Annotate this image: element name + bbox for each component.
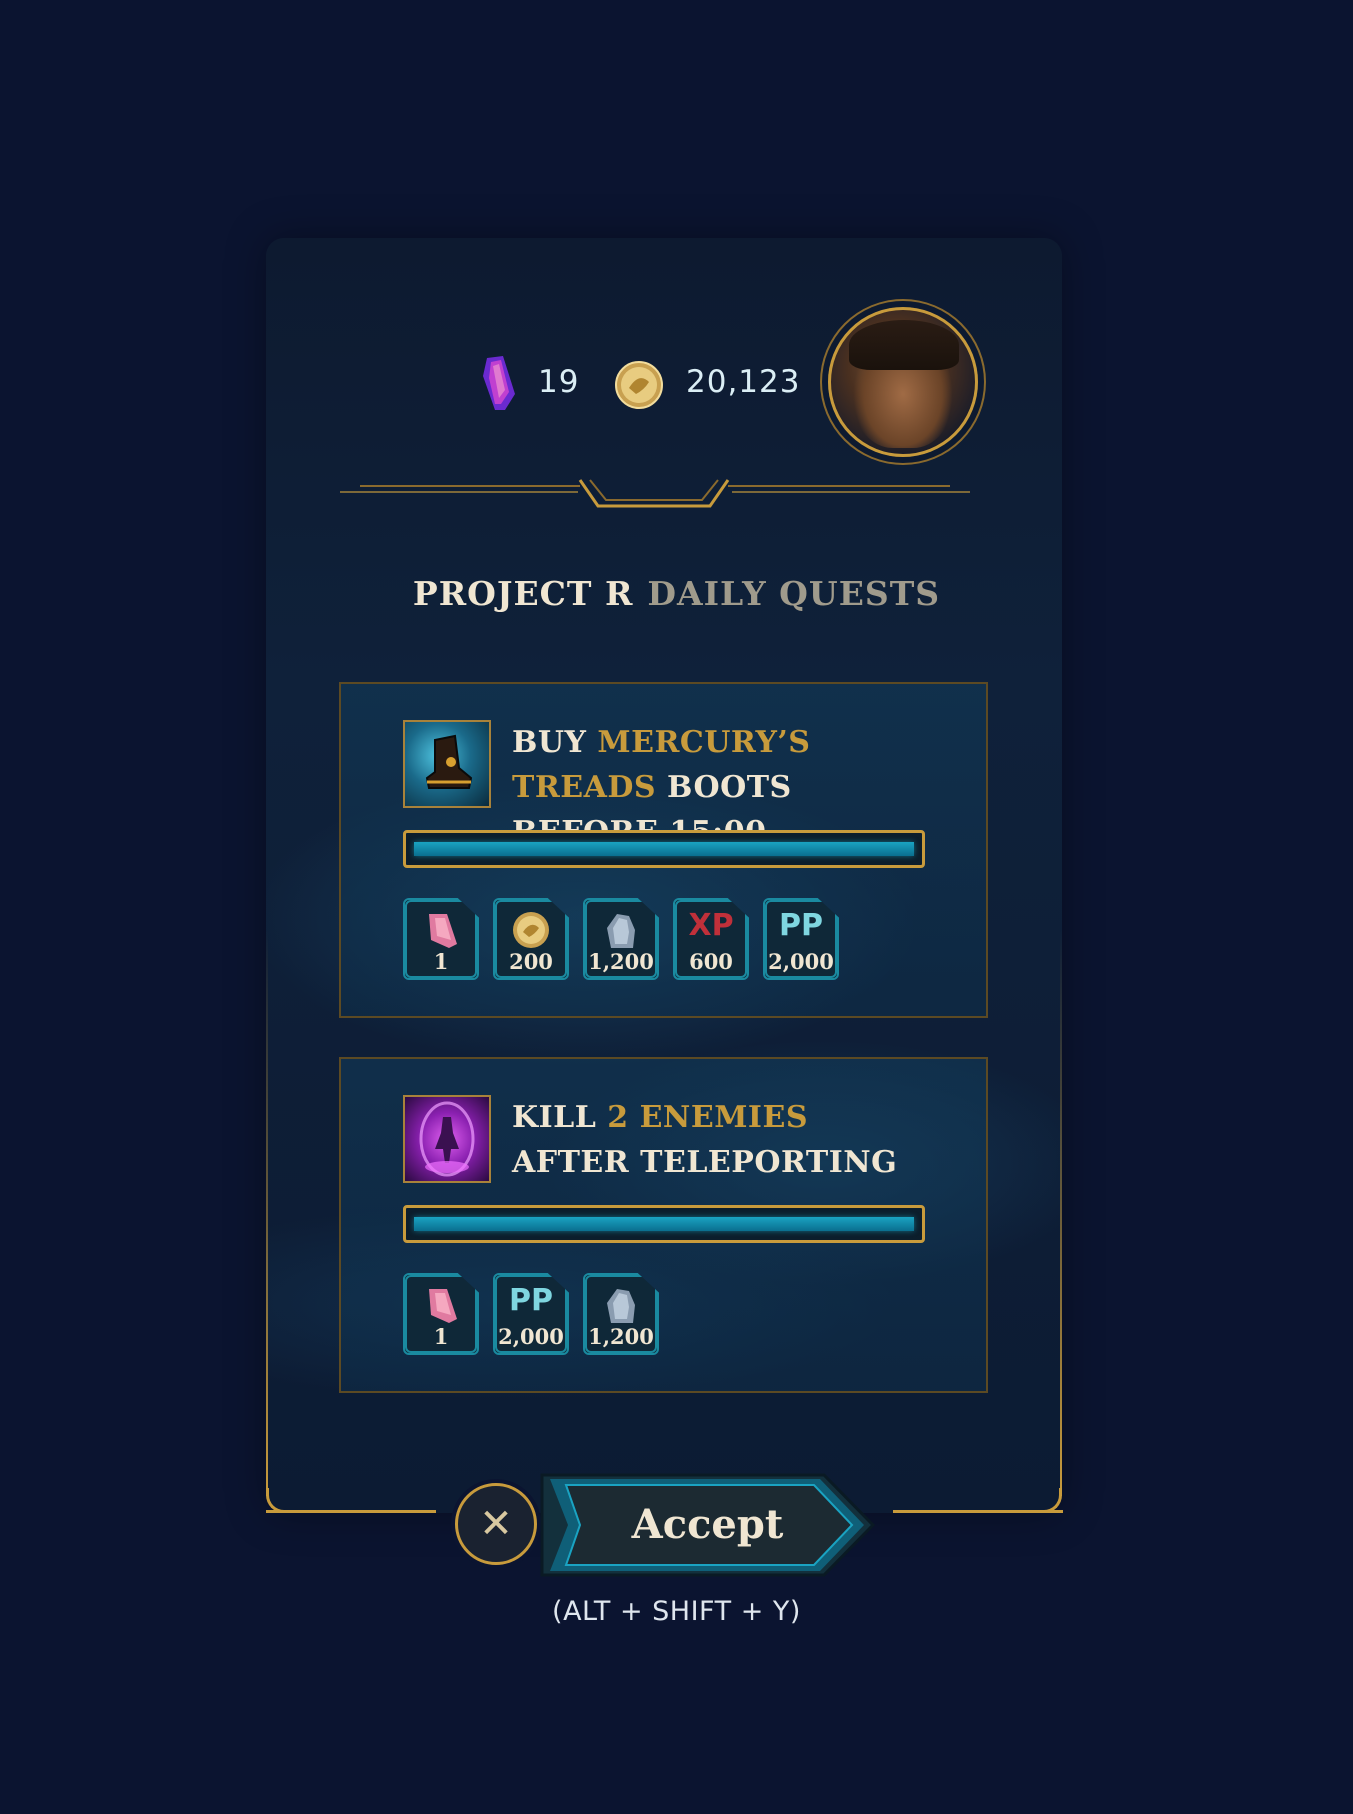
close-icon: ✕ xyxy=(479,1501,513,1547)
ore-icon xyxy=(607,1289,635,1323)
boots-icon xyxy=(403,720,491,808)
reward-gem[interactable]: 1 xyxy=(403,1273,479,1355)
quest-2-progress-fill xyxy=(414,1217,914,1231)
title-daily-quests: DAILY QUESTS xyxy=(647,574,941,613)
quest-2-rewards: 1 PP 2,000 1,200 xyxy=(403,1273,659,1355)
quest-card-2[interactable]: KILL 2 ENEMIES AFTER TELEPORTING 1 PP 2,… xyxy=(339,1057,988,1393)
pp-icon: PP xyxy=(509,1283,553,1318)
keyboard-shortcut-hint: (ALT + SHIFT + Y) xyxy=(552,1596,801,1627)
quest-1-progress-fill xyxy=(414,842,914,856)
title-project: PROJECT R xyxy=(412,574,634,613)
frame-left-line xyxy=(266,930,268,1496)
gem-icon xyxy=(429,1289,457,1323)
gem-count: 19 xyxy=(538,364,580,400)
quest-2-text: KILL 2 ENEMIES AFTER TELEPORTING xyxy=(512,1100,898,1180)
page-title: PROJECT R DAILY QUESTS xyxy=(0,574,1353,613)
accept-button[interactable]: Accept xyxy=(540,1473,875,1577)
quest-card-1[interactable]: BUY MERCURY’S TREADS BOOTS BEFORE 15:00 … xyxy=(339,682,988,1018)
reward-pp[interactable]: PP 2,000 xyxy=(493,1273,569,1355)
accept-label: Accept xyxy=(631,1501,784,1548)
reward-gem[interactable]: 1 xyxy=(403,898,479,980)
quest-1-rewards: 1 200 1,200 XP 600 PP 2,000 xyxy=(403,898,839,980)
header-divider xyxy=(340,479,970,508)
reward-coin[interactable]: 200 xyxy=(493,898,569,980)
avatar[interactable] xyxy=(828,307,978,457)
reward-pp[interactable]: PP 2,000 xyxy=(763,898,839,980)
coin-icon xyxy=(513,912,549,948)
coin-icon xyxy=(615,361,663,409)
gem-icon xyxy=(429,914,457,948)
pp-icon: PP xyxy=(779,908,823,943)
gem-icon xyxy=(483,356,515,410)
frame-bottom-line-right xyxy=(893,1510,1063,1513)
avatar-hair xyxy=(849,320,959,370)
reward-xp[interactable]: XP 600 xyxy=(673,898,749,980)
ore-icon xyxy=(607,914,635,948)
xp-icon: XP xyxy=(688,908,734,943)
frame-right-line xyxy=(1060,930,1062,1496)
close-button[interactable]: ✕ xyxy=(455,1483,537,1565)
teleport-icon xyxy=(403,1095,491,1183)
reward-ore[interactable]: 1,200 xyxy=(583,1273,659,1355)
quest-1-progress-bar xyxy=(403,830,925,868)
quest-2-progress-bar xyxy=(403,1205,925,1243)
frame-bottom-line-left xyxy=(266,1510,436,1513)
coin-count: 20,123 xyxy=(686,364,801,400)
reward-ore[interactable]: 1,200 xyxy=(583,898,659,980)
